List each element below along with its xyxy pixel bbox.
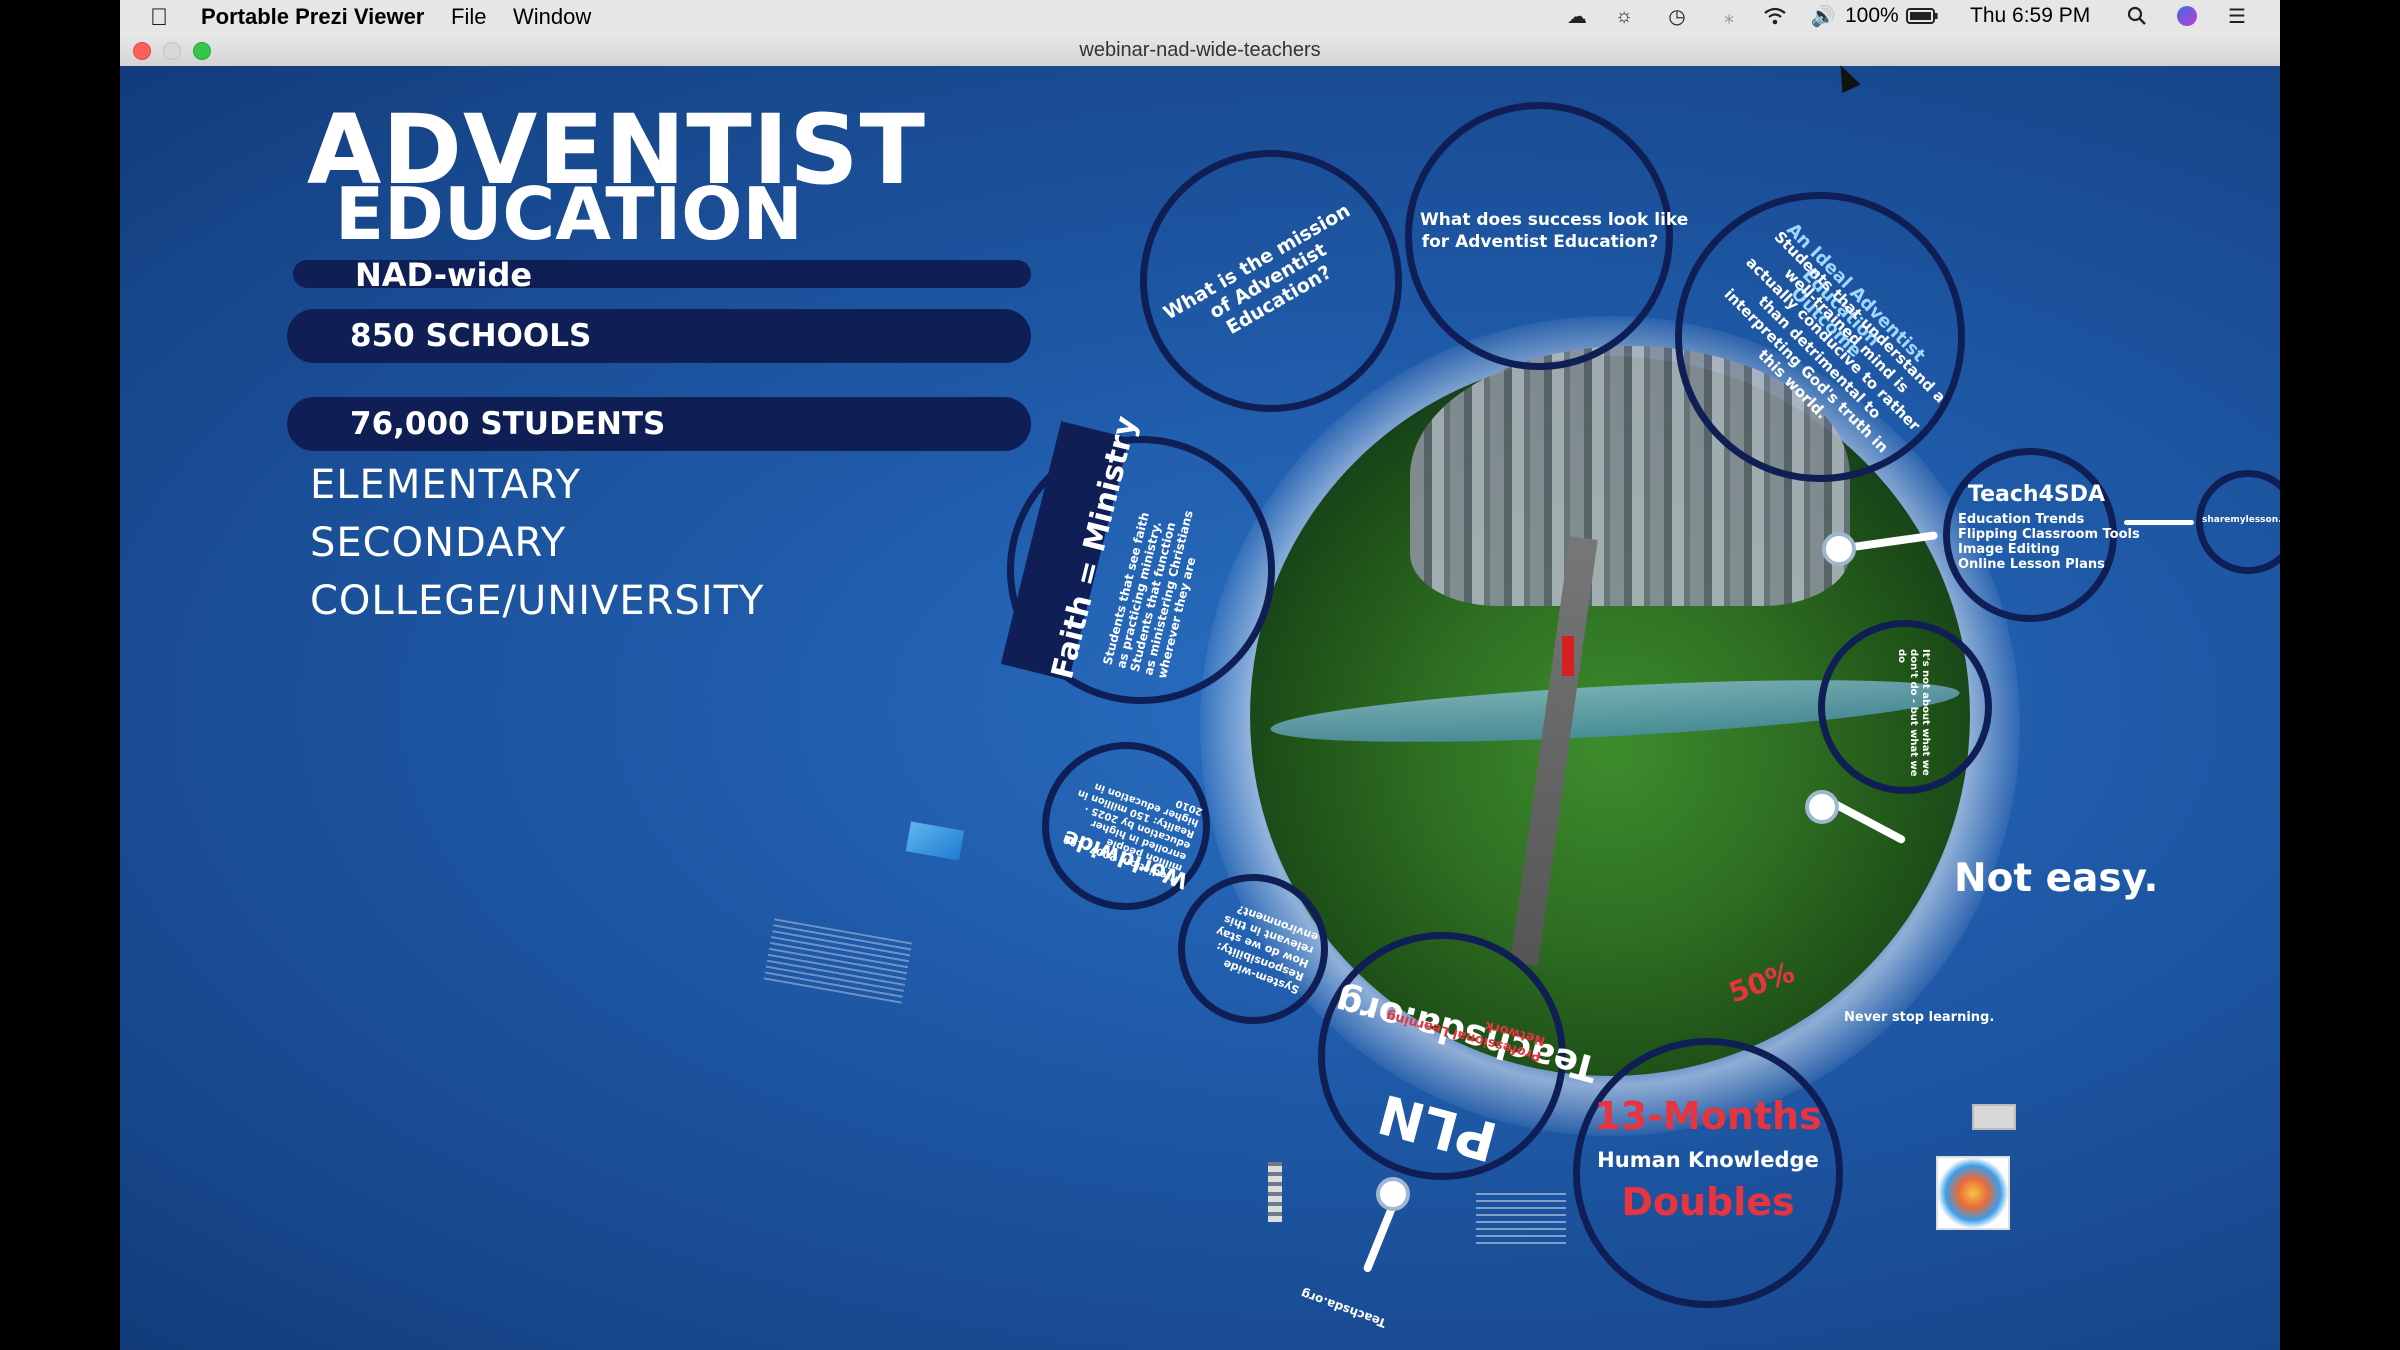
tiny-figure	[1268, 1162, 1282, 1222]
cloud-icon[interactable]: ☼	[1611, 5, 1637, 27]
time-machine-icon[interactable]: ◷	[1664, 5, 1690, 28]
students-bar: 76,000 STUDENTS	[287, 397, 1031, 451]
doubles-label: Doubles	[1621, 1180, 1795, 1224]
app-menu[interactable]: Portable Prezi Viewer	[201, 4, 424, 30]
level-elementary: ELEMENTARY	[310, 462, 581, 508]
not-easy-label: Not easy.	[1954, 856, 2159, 901]
success-line-1: What does success look like	[1420, 210, 1689, 230]
knowledge-circle[interactable]	[1573, 1038, 1843, 1308]
teach4sda-connector	[2124, 520, 2194, 525]
notification-center-icon[interactable]: ☰	[2224, 5, 2250, 28]
students-label: 76,000 STUDENTS	[350, 406, 666, 442]
pin-knob-lower[interactable]	[1805, 790, 1839, 824]
menu-bar:  Portable Prezi Viewer File Window ☁ ☼ …	[120, 0, 2280, 33]
small-text-block	[763, 918, 913, 1004]
siri-icon[interactable]	[2174, 5, 2200, 27]
sharemylesson-label: sharemylesson.com	[2202, 515, 2280, 525]
infographic-thumbnail[interactable]	[1936, 1156, 2010, 1230]
file-menu[interactable]: File	[451, 4, 486, 30]
window-title: webinar-nad-wide-teachers	[1079, 39, 1321, 61]
prezi-canvas[interactable]: ADVENTIST EDUCATION NAD-wide 850 SCHOOLS…	[120, 66, 2280, 1350]
window-menu[interactable]: Window	[513, 4, 591, 30]
teach4sda-item-4: Online Lesson Plans	[1958, 557, 2105, 572]
nad-wide-bar: NAD-wide	[293, 259, 1031, 291]
never-stop-label: Never stop learning.	[1844, 1010, 1995, 1025]
red-car	[1562, 636, 1574, 676]
spotlight-icon[interactable]	[2124, 5, 2150, 27]
level-college: COLLEGE/UNIVERSITY	[310, 578, 765, 624]
bluetooth-icon[interactable]: ⁎	[1716, 5, 1742, 28]
volume-icon[interactable]: 🔊	[1810, 5, 1836, 28]
teachsda-bottom-label: Teachsda.org	[1298, 1286, 1388, 1331]
battery-percent: 100%	[1845, 4, 1899, 27]
small-text-block-2	[1476, 1188, 1566, 1244]
teach4sda-item-2: Flipping Classroom Tools	[1958, 527, 2140, 542]
months-label: 13-Months	[1594, 1094, 1822, 1138]
teach4sda-item-1: Education Trends	[1958, 512, 2085, 527]
menubar-clock[interactable]: Thu 6:59 PM	[1970, 4, 2090, 28]
pin-knob-upper[interactable]	[1822, 532, 1856, 566]
teach4sda-title: Teach4SDA	[1968, 482, 2105, 507]
thumbnail-image[interactable]	[905, 821, 965, 861]
schools-label: 850 SCHOOLS	[350, 318, 592, 354]
human-knowledge-label: Human Knowledge	[1597, 1148, 1819, 1172]
nad-wide-label: NAD-wide	[355, 256, 533, 294]
battery-icon[interactable]	[1905, 5, 1939, 27]
small-photo[interactable]	[1972, 1104, 2016, 1130]
window-title-bar: webinar-nad-wide-teachers	[120, 33, 2280, 67]
wifi-icon[interactable]	[1762, 5, 1788, 27]
its-not-about-text: It's not about what we don't do - but wh…	[1896, 649, 1931, 777]
schools-bar: 850 SCHOOLS	[287, 309, 1031, 363]
creative-cloud-icon[interactable]: ☁	[1564, 5, 1590, 28]
pln-pin-knob[interactable]	[1376, 1177, 1410, 1211]
title-education: EDUCATION	[335, 172, 803, 256]
level-secondary: SECONDARY	[310, 520, 567, 566]
teach4sda-item-3: Image Editing	[1958, 542, 2060, 557]
apple-icon[interactable]: 	[150, 4, 168, 32]
success-line-2: for Adventist Education?	[1421, 232, 1659, 252]
